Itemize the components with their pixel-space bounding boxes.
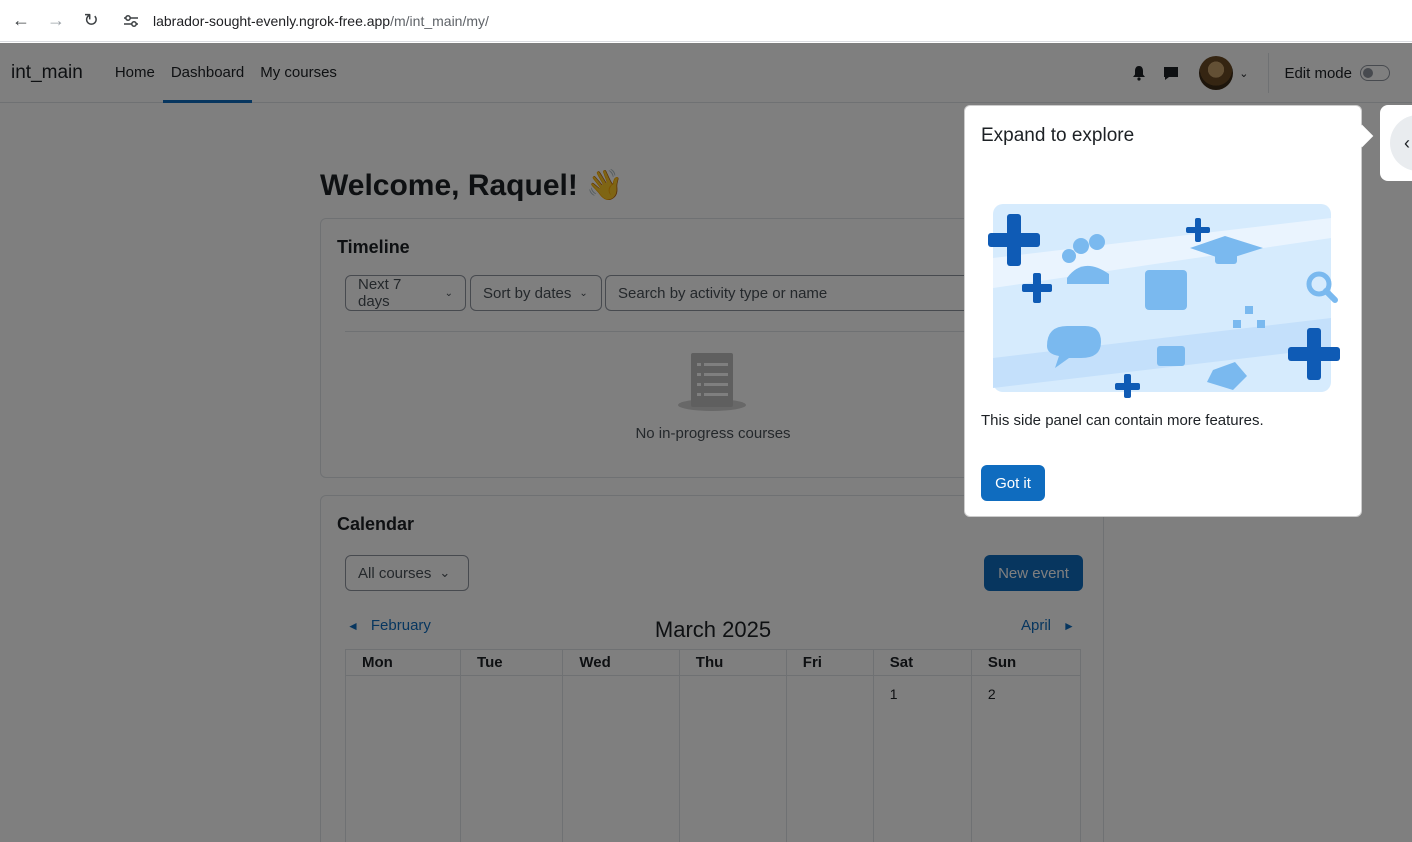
- back-icon[interactable]: ←: [7, 7, 35, 35]
- reload-icon[interactable]: ↻: [77, 7, 105, 35]
- open-drawer-button[interactable]: ‹: [1390, 115, 1412, 171]
- drawer-toggle-highlight: ‹: [1380, 105, 1412, 181]
- side-panel-illustration: [988, 204, 1340, 398]
- got-it-button[interactable]: Got it: [981, 465, 1045, 501]
- forward-icon[interactable]: →: [42, 7, 70, 35]
- chevron-left-icon: ‹: [1404, 132, 1410, 153]
- tour-text: This side panel can contain more feature…: [981, 412, 1264, 429]
- url-host: labrador-sought-evenly.ngrok-free.app: [153, 12, 391, 29]
- address-bar[interactable]: labrador-sought-evenly.ngrok-free.app/m/…: [123, 6, 1403, 36]
- site-settings-icon[interactable]: [123, 14, 141, 28]
- url-path: /m/int_main/my/: [390, 12, 489, 29]
- browser-toolbar: ← → ↻ labrador-sought-evenly.ngrok-free.…: [0, 0, 1412, 42]
- tour-title: Expand to explore: [981, 125, 1135, 146]
- tour-popover: Expand to explore This side panel can co…: [964, 105, 1362, 517]
